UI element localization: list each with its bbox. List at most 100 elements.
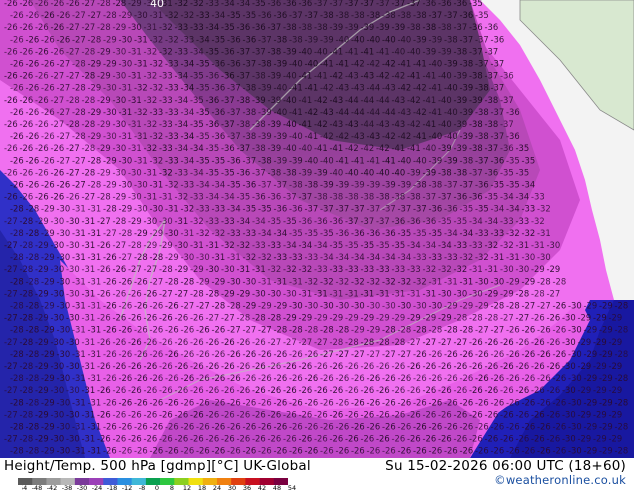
isotherm-label: -29 [35,288,49,298]
isotherm-label: -35 [305,228,319,238]
isotherm-label: -27 [283,337,297,347]
isotherm-label: -39 [398,180,412,190]
isotherm-label: -34 [181,107,195,117]
isotherm-label: -26 [345,385,359,395]
isotherm-label: -31 [72,397,86,407]
isotherm-label: -40 [289,59,303,69]
isotherm-label: -35 [289,228,303,238]
isotherm-label: -31 [212,252,226,262]
isotherm-label: -29 [584,325,598,335]
isotherm-label: -26 [20,0,34,8]
isotherm-label: -26 [252,409,266,419]
scale-label: -42 [47,484,58,490]
isotherm-label: -38 [268,46,282,56]
isotherm-label: -30 [568,373,582,383]
isotherm-label: -43 [398,107,412,117]
isotherm-label: -26 [41,155,55,165]
isotherm-label: -34 [460,228,474,238]
isotherm-label: -31 [88,397,102,407]
isotherm-label: -32 [454,264,468,274]
isotherm-label: -35 [491,180,505,190]
isotherm-label: -26 [268,409,282,419]
isotherm-label: -26 [454,385,468,395]
isotherm-label: -31 [82,409,96,419]
isotherm-label: -26 [361,434,375,444]
isotherm-label: -27 [382,349,396,359]
isotherm-label: -40 [392,46,406,56]
isotherm-label: -29 [599,349,613,359]
isotherm-label: -26 [243,373,257,383]
isotherm-label: -31 [144,22,158,32]
isotherm-label: -26 [522,422,536,432]
isotherm-label: -36 [221,71,235,81]
isotherm-label: -35 [268,216,282,226]
isotherm-label: -28 [26,301,40,311]
isotherm-label: -38 [407,22,421,32]
isotherm-label: -26 [196,325,210,335]
isotherm-label: -32 [144,143,158,153]
isotherm-label: -26 [392,385,406,395]
isotherm-label: -32 [268,264,282,274]
isotherm-label: -40 [345,167,359,177]
isotherm-label: -26 [429,373,443,383]
isotherm-label: -38 [454,46,468,56]
isotherm-label: -40 [444,83,458,93]
isotherm-label: -39 [289,155,303,165]
scale-label: -24 [92,484,103,490]
isotherm-label: -27 [4,240,18,250]
isotherm-label: -28 [212,301,226,311]
color-scale-labels: -54 -48 -42 -38 -30 -24 -18 -12 -8 0 8 12 18 24 30 36 42… [22,484,296,490]
isotherm-label: -30 [128,167,142,177]
isotherm-label: -37 [485,46,499,56]
isotherm-label: -32 [196,228,210,238]
isotherm-label: -38 [243,107,257,117]
isotherm-label: -26 [522,373,536,383]
scale-label: 24 [213,484,221,490]
isotherm-label: -33 [196,204,210,214]
isotherm-label: -28 [10,228,24,238]
isotherm-label: -31 [88,325,102,335]
isotherm-label: -29 [35,385,49,395]
isotherm-label: -26 [460,373,474,383]
isotherm-label: -33 [491,228,505,238]
isotherm-label: -26 [113,313,127,323]
isotherm-label: -30 [206,264,220,274]
isotherm-label: -30 [367,301,381,311]
isotherm-label: -40 [382,34,396,44]
credit-link[interactable]: ©weatheronline.co.uk [494,473,626,487]
isotherm-label: -28 [97,0,111,8]
isotherm-label: -30 [568,397,582,407]
isotherm-label: -26 [516,434,530,444]
isotherm-label: -26 [491,397,505,407]
isotherm-label: -26 [26,155,40,165]
isotherm-label: -43 [320,107,334,117]
isotherm-label: -33 [268,240,282,250]
isotherm-label: -26 [10,83,24,93]
isotherm-label: -31 [423,288,437,298]
isotherm-label: -31 [181,228,195,238]
isotherm-label: -27 [4,385,18,395]
isotherm-label: -26 [531,409,545,419]
isotherm-label: -29 [584,446,598,456]
isotherm-label: -29 [593,361,607,371]
isotherm-label: -26 [516,385,530,395]
isotherm-label: -29 [609,434,623,444]
isotherm-label: -26 [351,373,365,383]
scale-label: -48 [32,484,43,490]
isotherm-label: -30 [51,216,65,226]
isotherm-label: -28 [113,216,127,226]
isotherm-label: -36 [336,228,350,238]
isotherm-label: -26 [4,22,18,32]
isotherm-label: -38 [243,83,257,93]
isotherm-label: -29 [35,264,49,274]
isotherm-label: -39 [444,155,458,165]
isotherm-label: -26 [165,349,179,359]
isotherm-label: -26 [150,422,164,432]
isotherm-label: -26 [190,409,204,419]
isotherm-label: -26 [258,397,272,407]
isotherm-label: -38 [258,59,272,69]
isotherm-label: -29 [593,385,607,395]
isotherm-label: -29 [41,325,55,335]
isotherm-label: -28 [26,422,40,432]
isotherm-label: -26 [438,361,452,371]
